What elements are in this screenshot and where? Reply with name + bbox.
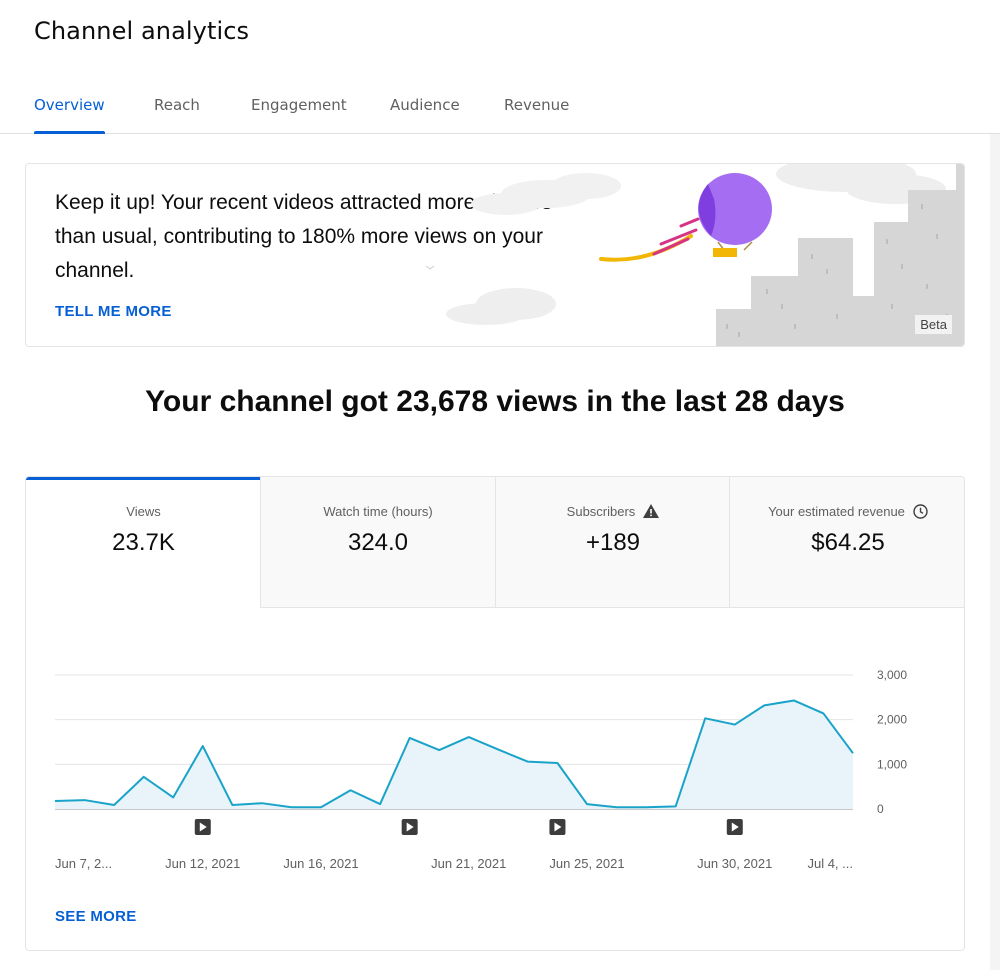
data-point[interactable] (437, 748, 441, 752)
y-tick-label: 3,000 (877, 668, 907, 682)
data-point[interactable] (171, 795, 175, 799)
metric-label: Subscribers (566, 503, 636, 519)
data-point[interactable] (349, 788, 353, 792)
data-point[interactable] (762, 703, 766, 707)
metric-tab-watch-time[interactable]: Watch time (hours) 324.0 (260, 477, 495, 608)
tab-revenue[interactable]: Revenue (504, 96, 569, 134)
metric-label: Views (126, 503, 161, 519)
views-area (55, 700, 853, 809)
x-tick-label: Jun 16, 2021 (283, 856, 358, 871)
data-point[interactable] (201, 744, 205, 748)
data-point[interactable] (644, 805, 648, 809)
x-tick-label: Jul 4, ... (807, 856, 853, 871)
clock-icon[interactable] (913, 503, 928, 519)
data-point[interactable] (260, 801, 264, 805)
page-title: Channel analytics (34, 17, 250, 45)
tab-bar: Overview Reach Engagement Audience Reven… (0, 84, 1000, 134)
metric-tab-revenue[interactable]: Your estimated revenue $64.25 (729, 477, 964, 608)
data-point[interactable] (496, 748, 500, 752)
y-tick-label: 0 (877, 802, 884, 816)
data-point[interactable] (53, 799, 57, 803)
data-point[interactable] (408, 736, 412, 740)
tab-reach[interactable]: Reach (154, 96, 200, 134)
x-tick-label: Jun 21, 2021 (431, 856, 506, 871)
metric-value: $64.25 (811, 529, 885, 556)
data-point[interactable] (112, 803, 116, 807)
y-tick-label: 1,000 (877, 757, 907, 771)
see-more-link[interactable]: SEE MORE (55, 908, 137, 925)
video-marker-icon[interactable] (194, 819, 211, 835)
data-point[interactable] (733, 723, 737, 727)
data-point[interactable] (615, 805, 619, 809)
video-marker-icon[interactable] (401, 819, 418, 835)
data-point[interactable] (792, 698, 796, 702)
data-point[interactable] (674, 804, 678, 808)
data-point[interactable] (289, 805, 293, 809)
x-tick-label: Jun 30, 2021 (697, 856, 772, 871)
insight-banner: Keep it up! Your recent videos attracted… (25, 163, 965, 347)
metrics-card: Views 23.7K Watch time (hours) 324.0 Sub… (25, 476, 965, 951)
y-tick-label: 2,000 (877, 713, 907, 727)
views-chart: 3,000 2,000 1,000 0 Jun 7, 2... Jun 12, 2021 J… (53, 668, 907, 871)
metric-value: 324.0 (347, 529, 409, 556)
tab-engagement[interactable]: Engagement (251, 96, 347, 134)
data-point[interactable] (467, 735, 471, 739)
metric-value: +189 (585, 529, 641, 556)
data-point[interactable] (230, 803, 234, 807)
metric-label: Your estimated revenue (768, 503, 905, 519)
tab-audience[interactable]: Audience (390, 96, 460, 134)
beta-badge: Beta (915, 315, 952, 334)
data-point[interactable] (851, 751, 855, 755)
data-point[interactable] (555, 761, 559, 765)
metric-tab-subscribers[interactable]: Subscribers +189 (495, 477, 730, 608)
data-point[interactable] (821, 711, 825, 715)
metric-tab-views[interactable]: Views 23.7K (26, 477, 261, 608)
data-point[interactable] (142, 775, 146, 779)
data-point[interactable] (83, 798, 87, 802)
data-point[interactable] (319, 805, 323, 809)
scrollbar[interactable] (990, 134, 1000, 970)
metric-value: 23.7K (112, 529, 175, 556)
tell-me-more-link[interactable]: TELL ME MORE (55, 303, 172, 320)
data-point[interactable] (703, 716, 707, 720)
tab-overview[interactable]: Overview (34, 96, 105, 134)
data-point[interactable] (526, 760, 530, 764)
x-tick-label: Jun 12, 2021 (165, 856, 240, 871)
video-marker-icon[interactable] (549, 819, 566, 835)
data-point[interactable] (585, 802, 589, 806)
x-tick-label: Jun 25, 2021 (549, 856, 624, 871)
warning-icon[interactable] (643, 504, 660, 518)
metric-label: Watch time (hours) (323, 503, 433, 519)
balloon-city-illustration (426, 164, 964, 346)
data-point[interactable] (378, 802, 382, 806)
views-headline: Your channel got 23,678 views in the las… (145, 385, 845, 418)
video-marker-icon[interactable] (726, 819, 743, 835)
x-tick-label: Jun 7, 2... (55, 856, 112, 871)
